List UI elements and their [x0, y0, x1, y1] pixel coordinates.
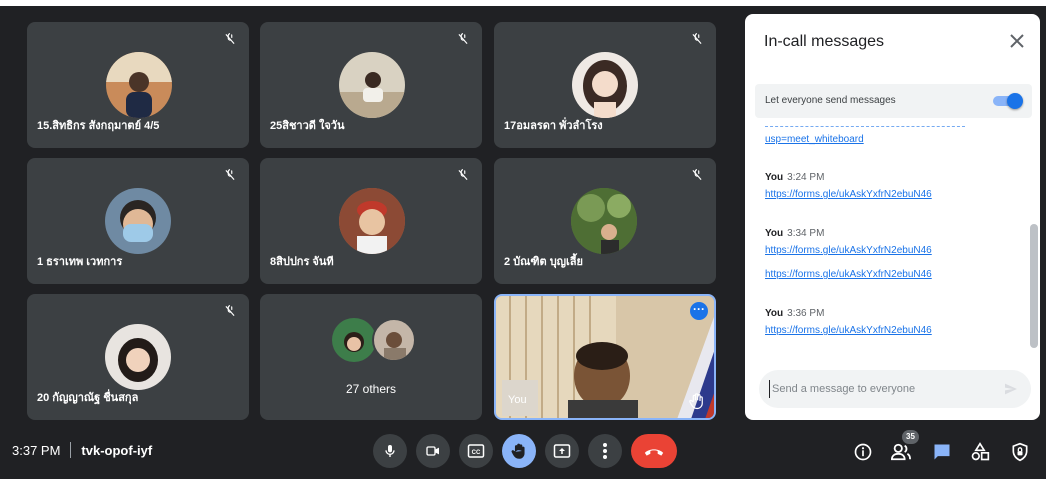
message-sender: You 3:34 PM	[765, 228, 825, 239]
host-controls-button[interactable]	[1008, 440, 1032, 464]
info-icon	[854, 443, 872, 461]
allow-messages-setting: Let everyone send messages	[755, 84, 1032, 118]
close-icon[interactable]	[1008, 32, 1026, 50]
self-video	[496, 296, 714, 418]
message-link[interactable]: https://forms.gle/ukAskYxfrN2ebuN46	[765, 325, 932, 336]
meeting-code: tvk-opof-iyf	[81, 442, 153, 458]
message-compose[interactable]	[759, 370, 1031, 408]
message-input[interactable]	[769, 380, 989, 398]
mic-off-icon	[456, 32, 470, 46]
panel-title: In-call messages	[764, 33, 885, 50]
participant-tile[interactable]: 1 ธราเทพ เวทการ	[27, 158, 249, 284]
present-button[interactable]	[545, 434, 579, 468]
avatar	[339, 188, 405, 254]
participant-name: 1 ธราเทพ เวทการ	[37, 256, 123, 268]
mic-off-icon	[223, 168, 237, 182]
message-link[interactable]: https://forms.gle/ukAskYxfrN2ebuN46	[765, 245, 932, 256]
people-icon	[890, 443, 911, 461]
mic-off-icon	[223, 304, 237, 318]
scrollbar[interactable]	[1030, 224, 1038, 348]
more-options-button[interactable]	[588, 434, 622, 468]
avatar	[572, 52, 638, 118]
camera-button[interactable]	[416, 434, 450, 468]
camera-icon	[426, 446, 439, 456]
mic-off-icon	[223, 32, 237, 46]
avatar	[571, 188, 637, 254]
more-options-icon[interactable]: ···	[690, 302, 708, 320]
more-vert-icon	[603, 443, 607, 459]
people-count-badge: 35	[902, 430, 919, 444]
setting-label: Let everyone send messages	[765, 95, 896, 106]
message-link[interactable]: https://forms.gle/ukAskYxfrN2ebuN46	[765, 269, 932, 280]
message-list[interactable]: usp=meet_whiteboard You 3:24 PM https://f…	[745, 126, 1040, 366]
participant-tile[interactable]: 15.สิทธิกร สังกฤมาตย์ 4/5	[27, 22, 249, 148]
mic-icon	[385, 445, 395, 457]
message-link[interactable]: usp=meet_whiteboard	[765, 134, 864, 145]
participant-tile[interactable]: 8สิปปกร จันที	[260, 158, 482, 284]
avatar	[372, 318, 416, 362]
meeting-details-button[interactable]	[851, 440, 875, 464]
chat-button[interactable]	[930, 440, 954, 464]
hand-icon	[511, 443, 525, 459]
message-sender: You 3:36 PM	[765, 308, 825, 319]
avatar	[105, 188, 171, 254]
message-link[interactable]: https://forms.gle/ukAskYxfrN2ebuN46	[765, 189, 932, 200]
captions-icon: CC	[467, 444, 485, 458]
participant-name: 15.สิทธิกร สังกฤมาตย์ 4/5	[37, 120, 160, 132]
present-icon	[553, 444, 571, 458]
mic-off-icon	[690, 168, 704, 182]
chat-panel: In-call messages Let everyone send messa…	[745, 14, 1040, 420]
participant-tile[interactable]: 17อมลรดา พั่วลำโรง	[494, 22, 716, 148]
participant-name: 20 กัญญาณัฐ ชื่นสกุล	[37, 392, 139, 404]
self-tile[interactable]: You ···	[494, 294, 716, 420]
raise-hand-button[interactable]	[502, 434, 536, 468]
participant-name: 8สิปปกร จันที	[270, 256, 334, 268]
avatar	[339, 52, 405, 118]
participant-name: 17อมลรดา พั่วลำโรง	[504, 120, 603, 132]
participant-tile[interactable]: 20 กัญญาณัฐ ชื่นสกุล	[27, 294, 249, 420]
activities-icon	[971, 442, 990, 461]
svg-text:CC: CC	[472, 450, 481, 456]
mic-off-icon	[690, 32, 704, 46]
others-tile[interactable]: 27 others	[260, 294, 482, 420]
current-time: 3:37 PM	[12, 442, 61, 458]
participant-name: 25สิชาวดี ใจวัน	[270, 120, 345, 132]
participant-name: 2 บัณฑิต บุญเลี้ย	[504, 256, 583, 268]
shield-lock-icon	[1012, 442, 1028, 462]
message-sender: You 3:24 PM	[765, 172, 825, 183]
participant-tile[interactable]: 25สิชาวดี ใจวัน	[260, 22, 482, 148]
chat-icon	[934, 444, 950, 460]
leave-call-button[interactable]	[631, 434, 677, 468]
microphone-button[interactable]	[373, 434, 407, 468]
mic-off-icon	[456, 168, 470, 182]
meeting-info: 3:37 PM tvk-opof-iyf	[12, 442, 152, 458]
captions-button[interactable]: CC	[459, 434, 493, 468]
self-label: You	[508, 394, 527, 406]
allow-messages-toggle[interactable]	[993, 93, 1023, 109]
phone-hangup-icon	[644, 449, 664, 456]
divider	[70, 442, 72, 458]
participant-tile[interactable]: 2 บัณฑิต บุญเลี้ย	[494, 158, 716, 284]
avatar	[332, 318, 376, 362]
avatar	[105, 324, 171, 390]
avatar	[106, 52, 172, 118]
activities-button[interactable]	[968, 440, 992, 464]
raise-hand-icon	[688, 392, 706, 410]
send-icon[interactable]	[1003, 381, 1019, 397]
others-count: 27 others	[345, 382, 397, 396]
